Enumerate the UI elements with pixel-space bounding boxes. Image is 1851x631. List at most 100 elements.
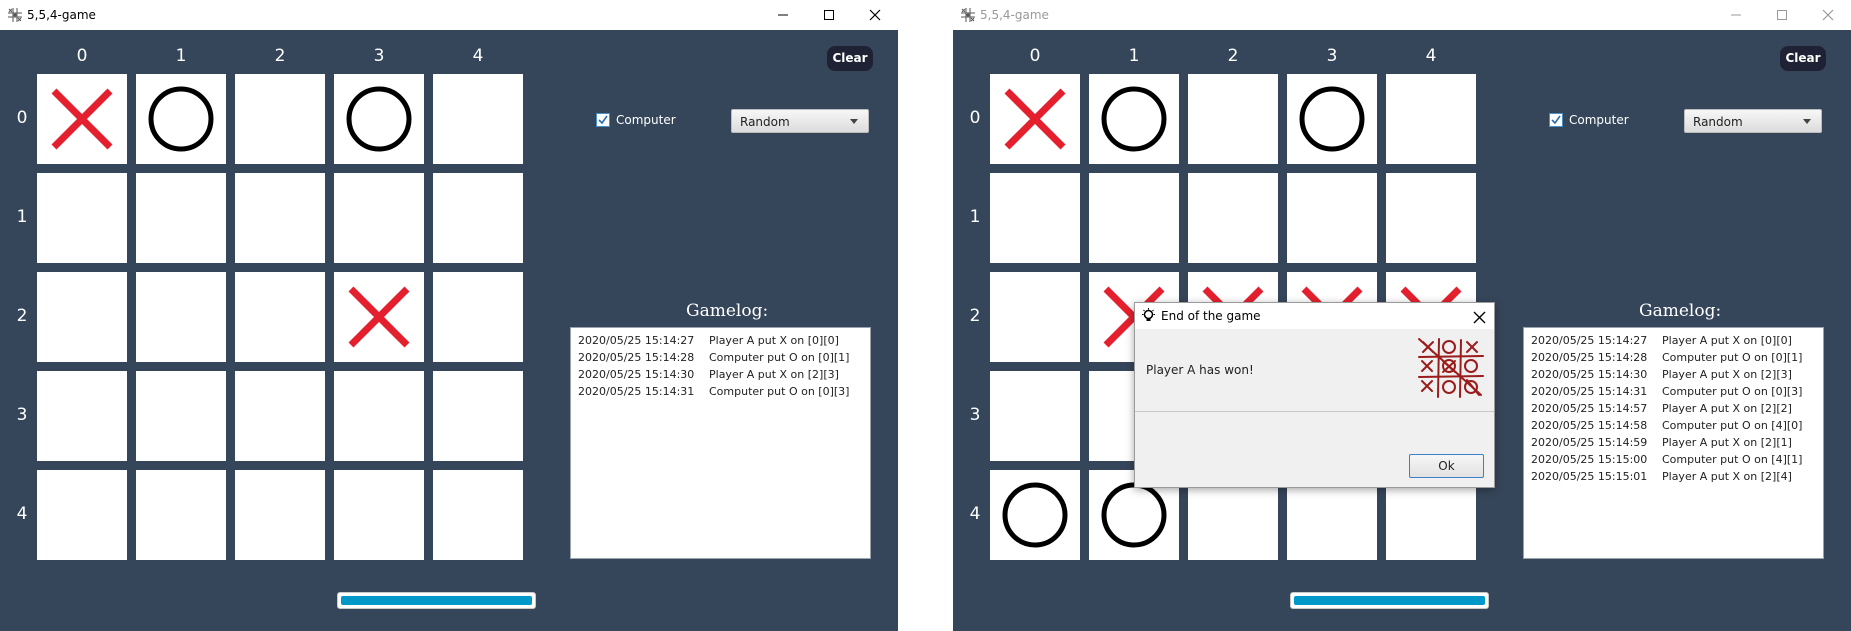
log-timestamp: 2020/05/25 15:14:58 [1531,419,1648,432]
board-cell[interactable] [1089,74,1179,164]
dropdown-value: Random [740,115,790,129]
log-timestamp: 2020/05/25 15:14:28 [578,351,695,364]
window-titlebar[interactable]: 5,5,4-game [0,0,898,30]
end-of-game-dialog: End of the game Player A has won! Ok [1134,302,1495,488]
board-cell[interactable] [990,272,1080,362]
clear-button[interactable]: Clear [827,46,873,71]
log-timestamp: 2020/05/25 15:14:27 [578,334,695,347]
board-cell[interactable] [990,470,1080,560]
minimize-icon[interactable] [1713,0,1759,30]
gamelog-list[interactable]: 2020/05/25 15:14:27 Player A put X on [0]… [570,327,871,559]
gamelog-title: Gamelog: [686,301,769,321]
board-cell[interactable] [1188,173,1278,263]
close-icon[interactable] [1805,0,1851,30]
column-header: 4 [1425,46,1437,66]
board-cell[interactable] [235,173,325,263]
log-message: Player A put X on [0][0] [709,334,839,347]
board-cell[interactable] [235,470,325,560]
chevron-down-icon [1803,119,1811,124]
board-cell[interactable] [433,371,523,461]
log-timestamp: 2020/05/25 15:15:01 [1531,470,1648,483]
mode-dropdown[interactable]: Random [731,109,869,133]
board-cell[interactable] [37,371,127,461]
maximize-icon[interactable] [1759,0,1805,30]
column-header: 2 [1227,46,1239,66]
computer-checkbox[interactable] [596,113,610,127]
window-titlebar[interactable]: 5,5,4-game [953,0,1851,30]
board-cell[interactable] [37,74,127,164]
board-cell[interactable] [1188,74,1278,164]
board-cell[interactable] [136,470,226,560]
board-cell[interactable] [990,74,1080,164]
board-cell[interactable] [990,173,1080,263]
board-cell[interactable] [1386,173,1476,263]
board-cell[interactable] [433,173,523,263]
board-cell[interactable] [37,272,127,362]
board-cell[interactable] [334,74,424,164]
board-cell[interactable] [136,272,226,362]
log-message: Computer put O on [0][1] [709,351,850,364]
board-cell[interactable] [1386,74,1476,164]
log-message: Player A put X on [0][0] [1662,334,1792,347]
board-cell[interactable] [433,74,523,164]
progress-fill [341,596,532,605]
log-message: Computer put O on [0][3] [1662,385,1803,398]
log-timestamp: 2020/05/25 15:14:27 [1531,334,1648,347]
board-cell[interactable] [334,371,424,461]
computer-checkbox[interactable] [1549,113,1563,127]
log-message: Player A put X on [2][3] [1662,368,1792,381]
minimize-icon[interactable] [760,0,806,30]
dropdown-value: Random [1693,115,1743,129]
column-header: 3 [1326,46,1338,66]
board-cell[interactable] [1089,173,1179,263]
board-cell[interactable] [136,173,226,263]
row-header: 3 [16,405,28,425]
log-message: Computer put O on [4][1] [1662,453,1803,466]
log-message: Player A put X on [2][4] [1662,470,1792,483]
board-cell[interactable] [1287,173,1377,263]
log-timestamp: 2020/05/25 15:14:31 [1531,385,1648,398]
row-header: 2 [969,306,981,326]
progress-bar [1290,592,1489,609]
dialog-titlebar[interactable]: End of the game [1135,303,1494,329]
board-cell[interactable] [235,371,325,461]
tic-tac-toe-doodle-image [1417,337,1485,403]
log-timestamp: 2020/05/25 15:15:00 [1531,453,1648,466]
board-cell[interactable] [37,173,127,263]
board-cell[interactable] [990,371,1080,461]
board-cell[interactable] [136,74,226,164]
dialog-close-icon[interactable] [1473,309,1486,328]
progress-bar [337,592,536,609]
window-title: 5,5,4-game [980,8,1049,22]
column-header: 1 [1128,46,1140,66]
maximize-icon[interactable] [806,0,852,30]
log-message: Computer put O on [0][3] [709,385,850,398]
close-icon[interactable] [852,0,898,30]
board-cell[interactable] [334,173,424,263]
board-cell[interactable] [235,272,325,362]
column-header: 4 [472,46,484,66]
log-timestamp: 2020/05/25 15:14:30 [1531,368,1648,381]
board-cell[interactable] [37,470,127,560]
column-header: 3 [373,46,385,66]
game-panel: 0 1 2 3 4 0 1 2 3 4 Clear Computer Random Gamelog: 202… [0,30,898,631]
board-cell[interactable] [1287,74,1377,164]
board-cell[interactable] [334,470,424,560]
mode-dropdown[interactable]: Random [1684,109,1822,133]
tic-tac-toe-grid-icon [8,7,22,22]
board-cell[interactable] [235,74,325,164]
row-header: 0 [969,108,981,128]
ok-button[interactable]: Ok [1409,454,1484,478]
column-header: 2 [274,46,286,66]
board-cell[interactable] [433,272,523,362]
log-message: Player A put X on [2][1] [1662,436,1792,449]
log-message: Player A put X on [2][3] [709,368,839,381]
board-cell[interactable] [433,470,523,560]
log-message: Computer put O on [4][0] [1662,419,1803,432]
log-timestamp: 2020/05/25 15:14:28 [1531,351,1648,364]
gamelog-list[interactable]: 2020/05/25 15:14:27 Player A put X on [0]… [1523,327,1824,559]
board-cell[interactable] [136,371,226,461]
board-cell[interactable] [334,272,424,362]
clear-button[interactable]: Clear [1780,46,1826,71]
dialog-title: End of the game [1161,309,1261,323]
